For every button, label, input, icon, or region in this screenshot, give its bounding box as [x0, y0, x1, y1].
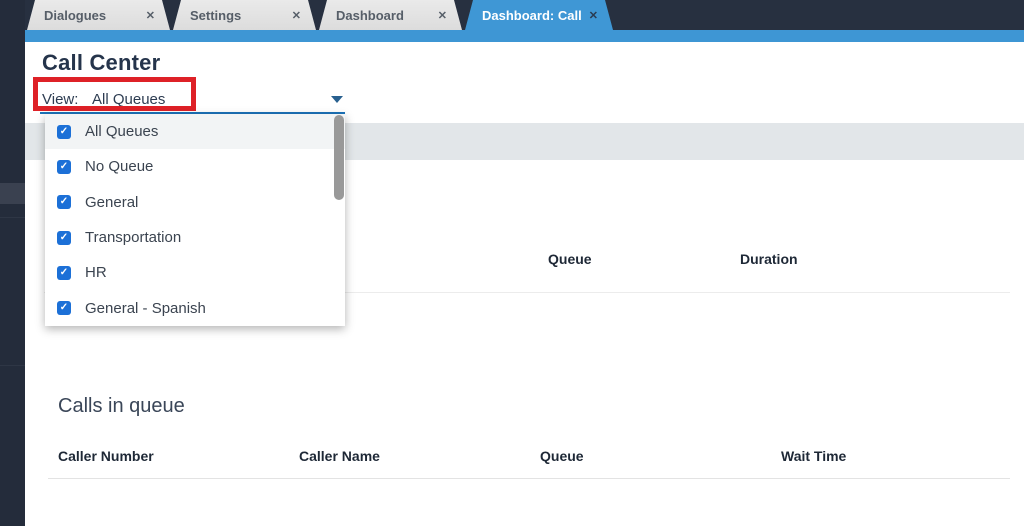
queue-option[interactable]: ✓ Transportation: [45, 220, 345, 255]
view-select-value: All Queues: [92, 91, 166, 108]
queue-option[interactable]: ✓ No Queue: [45, 149, 345, 184]
tab-close-icon[interactable]: ✕: [292, 9, 301, 22]
tab-label: Dashboard: [336, 7, 404, 23]
tab-close-icon[interactable]: ✕: [438, 9, 447, 22]
dropdown-scrollbar-thumb[interactable]: [334, 115, 344, 200]
queue-filter-dropdown: ✓ All Queues ✓ No Queue ✓ General ✓ Tran…: [45, 114, 345, 326]
tab-close-icon[interactable]: ✕: [589, 9, 598, 22]
checkbox-checked-icon[interactable]: ✓: [57, 159, 71, 174]
queue-option-label: General - Spanish: [85, 299, 206, 317]
active-tab-accent-bar: [25, 30, 1024, 42]
queue-option-label: General: [85, 193, 139, 211]
sidebar-item-active[interactable]: [0, 183, 25, 204]
queue-option-label: HR: [85, 264, 107, 282]
active-calls-col-queue: Queue: [548, 251, 592, 267]
calls-in-queue-title: Calls in queue: [58, 395, 185, 417]
queue-option-label: All Queues: [85, 123, 159, 141]
checkbox-checked-icon[interactable]: ✓: [57, 301, 71, 316]
queue-option-label: Transportation: [85, 229, 182, 247]
active-calls-col-duration: Duration: [740, 251, 798, 267]
sidebar-divider: [0, 217, 25, 218]
queue-option[interactable]: ✓ HR: [45, 255, 345, 290]
sidebar: [0, 0, 25, 526]
sidebar-divider: [0, 365, 25, 366]
view-select-label: View:: [42, 91, 79, 108]
tab-dashboard[interactable]: Dashboard ✕: [319, 0, 462, 30]
tab-label: Settings: [190, 7, 242, 23]
ciq-col-queue: Queue: [540, 448, 584, 464]
queue-option[interactable]: ✓ General - Spanish: [45, 290, 345, 325]
view-queue-select[interactable]: View: All Queues: [40, 88, 345, 114]
chevron-down-icon[interactable]: [331, 96, 343, 103]
tab-settings[interactable]: Settings ✕: [173, 0, 316, 30]
queue-option-label: No Queue: [85, 158, 154, 176]
ciq-col-caller-number: Caller Number: [58, 448, 154, 464]
page-title: Call Center: [42, 50, 161, 75]
queue-option[interactable]: ✓ General: [45, 185, 345, 220]
app-window: Dialogues ✕ Settings ✕ Dashboard ✕ Dashb…: [0, 0, 1024, 526]
checkbox-checked-icon[interactable]: ✓: [57, 230, 71, 245]
ciq-col-caller-name: Caller Name: [299, 448, 380, 464]
checkbox-checked-icon[interactable]: ✓: [57, 124, 71, 139]
tab-label: Dialogues: [44, 7, 107, 23]
tab-close-icon[interactable]: ✕: [146, 9, 155, 22]
queue-option[interactable]: ✓ All Queues: [45, 114, 345, 150]
checkbox-checked-icon[interactable]: ✓: [57, 195, 71, 210]
ciq-col-wait-time: Wait Time: [781, 448, 847, 464]
checkbox-checked-icon[interactable]: ✓: [57, 265, 71, 280]
tab-label: Dashboard: Call C: [482, 7, 581, 23]
tab-dialogues[interactable]: Dialogues ✕: [27, 0, 170, 30]
table-header-divider: [48, 478, 1010, 479]
tab-dashboard-call-center[interactable]: Dashboard: Call C ✕: [465, 0, 613, 30]
